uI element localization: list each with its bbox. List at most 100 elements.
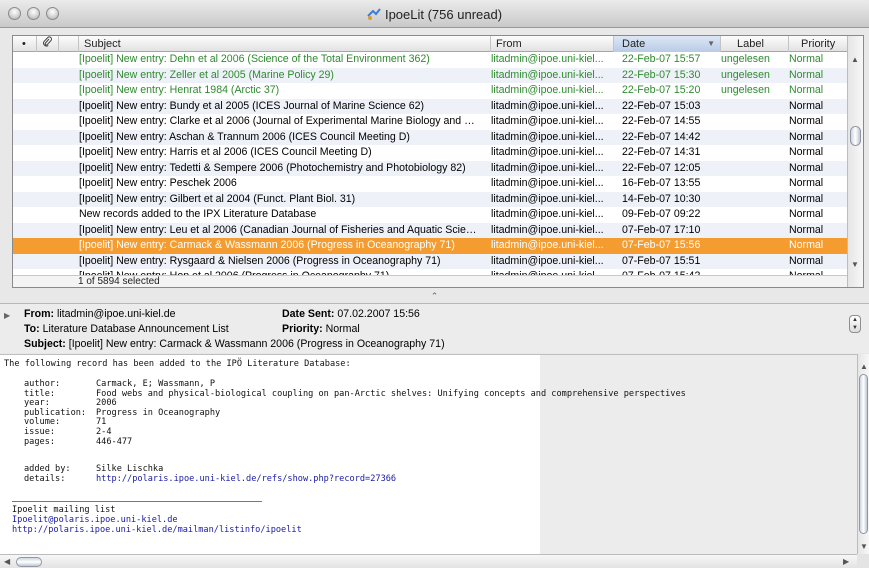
column-label[interactable]: Label xyxy=(721,36,789,52)
message-header-pane: ▶ From: litadmin@ipoe.uni-kiel.de To: Li… xyxy=(0,303,869,353)
body-scroll-down-icon[interactable]: ▼ xyxy=(860,542,868,551)
table-row[interactable]: [Ipoelit] New entry: Rysgaard & Nielsen … xyxy=(13,253,848,269)
row-priority: Normal xyxy=(789,115,824,127)
row-from: litadmin@ipoe.uni-kiel... xyxy=(491,68,604,81)
row-from: litadmin@ipoe.uni-kiel... xyxy=(491,53,604,65)
field-value: Food webs and physical-biological coupli… xyxy=(96,388,686,399)
row-priority: Normal xyxy=(789,146,824,158)
table-row[interactable]: [Ipoelit] New entry: Clarke et al 2006 (… xyxy=(13,114,848,130)
row-from: litadmin@ipoe.uni-kiel... xyxy=(491,161,604,174)
body-scrollbar[interactable]: ▲ ▼ xyxy=(857,354,869,554)
details-link[interactable]: http://polaris.ipoe.uni-kiel.de/refs/sho… xyxy=(96,474,396,485)
from-line: From: litadmin@ipoe.uni-kiel.de xyxy=(24,308,176,320)
body-horizontal-scrollbar[interactable]: ◀ ▶ xyxy=(0,554,857,568)
app-icon xyxy=(367,8,381,20)
column-from[interactable]: From xyxy=(491,36,614,52)
table-row[interactable]: [Ipoelit] New entry: Gilbert et al 2004 … xyxy=(13,191,848,207)
row-from: litadmin@ipoe.uni-kiel... xyxy=(491,223,604,236)
table-row[interactable]: [Ipoelit] New entry: Zeller et al 2005 (… xyxy=(13,67,848,83)
list-scroll-thumb[interactable] xyxy=(850,126,861,146)
body-scroll-thumb[interactable] xyxy=(859,374,868,534)
row-label: ungelesen xyxy=(721,84,770,96)
subject-label: Subject: xyxy=(24,338,66,350)
pane-splitter[interactable]: ⌃ xyxy=(0,289,869,303)
header-stepper-button[interactable]: ▲ ▼ xyxy=(849,315,861,333)
horizontal-scroll-thumb[interactable] xyxy=(16,557,42,567)
column-read-status[interactable]: • xyxy=(13,36,37,52)
row-from: litadmin@ipoe.uni-kiel... xyxy=(491,192,604,205)
window-title: IpoeLit (756 unread) xyxy=(384,7,503,22)
title-bar: IpoeLit (756 unread) xyxy=(0,0,869,28)
row-date: 07-Feb-07 15:51 xyxy=(622,254,701,267)
row-date: 22-Feb-07 14:31 xyxy=(622,146,701,158)
details-key: details: xyxy=(24,474,66,484)
row-from: litadmin@ipoe.uni-kiel... xyxy=(491,239,604,251)
table-row[interactable]: New records added to the IPX Literature … xyxy=(13,207,848,223)
row-priority: Normal xyxy=(789,84,824,96)
table-row[interactable]: [Ipoelit] New entry: Henrat 1984 (Arctic… xyxy=(13,83,848,99)
table-row[interactable]: [Ipoelit] New entry: Leu et al 2006 (Can… xyxy=(13,222,848,238)
column-date[interactable]: Date ▼ xyxy=(614,36,721,52)
table-row[interactable]: [Ipoelit] New entry: Bundy et al 2005 (I… xyxy=(13,98,848,114)
message-body[interactable]: The following record has been added to t… xyxy=(0,354,857,554)
scroll-up-icon[interactable]: ▲ xyxy=(851,55,859,64)
row-subject: [Ipoelit] New entry: Henrat 1984 (Arctic… xyxy=(79,84,280,96)
row-priority: Normal xyxy=(789,239,824,251)
row-date: 22-Feb-07 12:05 xyxy=(622,161,701,174)
row-subject: [Ipoelit] New entry: Carmack & Wassmann … xyxy=(79,239,455,251)
table-row[interactable]: [Ipoelit] New entry: Tedetti & Sempere 2… xyxy=(13,160,848,176)
row-subject: [Ipoelit] New entry: Tedetti & Sempere 2… xyxy=(79,161,466,174)
body-intro: The following record has been added to t… xyxy=(4,359,351,369)
scroll-down-icon[interactable]: ▼ xyxy=(851,260,859,269)
row-priority: Normal xyxy=(789,223,824,236)
row-subject: [Ipoelit] New entry: Rysgaard & Nielsen … xyxy=(79,254,441,267)
disclosure-triangle-icon[interactable]: ▶ xyxy=(4,311,10,320)
row-priority: Normal xyxy=(789,99,824,112)
scroll-left-icon[interactable]: ◀ xyxy=(4,557,10,566)
from-value: litadmin@ipoe.uni-kiel.de xyxy=(56,308,176,320)
signature-divider xyxy=(12,501,262,502)
table-row[interactable]: [Ipoelit] New entry: Carmack & Wassmann … xyxy=(13,238,848,254)
row-from: litadmin@ipoe.uni-kiel... xyxy=(491,130,604,143)
table-row[interactable]: [Ipoelit] New entry: Aschan & Trannum 20… xyxy=(13,129,848,145)
message-list[interactable]: • Subject From Date ▼ Label Priority [Ip… xyxy=(12,35,864,288)
row-from: litadmin@ipoe.uni-kiel... xyxy=(491,115,604,127)
chevron-up-icon: ⌃ xyxy=(430,291,439,301)
priority-line: Priority: Normal xyxy=(282,323,360,335)
to-label: To: xyxy=(24,323,40,335)
table-row[interactable]: [Ipoelit] New entry: Dehn et al 2006 (Sc… xyxy=(13,52,848,68)
signature-url-link[interactable]: http://polaris.ipoe.uni-kiel.de/mailman/… xyxy=(12,525,302,536)
row-from: litadmin@ipoe.uni-kiel... xyxy=(491,208,604,220)
subject-line: Subject: [Ipoelit] New entry: Carmack & … xyxy=(24,338,445,350)
row-from: litadmin@ipoe.uni-kiel... xyxy=(491,84,604,96)
to-value: Literature Database Announcement List xyxy=(42,323,229,335)
table-row[interactable]: [Ipoelit] New entry: Harris et al 2006 (… xyxy=(13,145,848,161)
row-date: 09-Feb-07 09:22 xyxy=(622,208,701,220)
date-sent-line: Date Sent: 07.02.2007 15:56 xyxy=(282,308,420,320)
list-scrollbar[interactable]: ▲ ▼ xyxy=(847,36,863,287)
column-spacer xyxy=(59,36,79,52)
table-row[interactable]: [Ipoelit] New entry: Peschek 2006 litadmi… xyxy=(13,176,848,192)
field-value: 446-477 xyxy=(96,436,133,447)
scroll-right-icon[interactable]: ▶ xyxy=(843,557,849,566)
row-priority: Normal xyxy=(789,208,824,220)
selection-status: 1 of 5894 selected xyxy=(13,275,848,287)
row-label: ungelesen xyxy=(721,53,770,65)
field-value: Progress in Oceanography xyxy=(96,407,221,418)
column-subject[interactable]: Subject xyxy=(79,36,491,52)
subject-value: [Ipoelit] New entry: Carmack & Wassmann … xyxy=(68,338,445,350)
column-priority[interactable]: Priority xyxy=(789,36,848,52)
column-date-label: Date xyxy=(622,38,646,50)
resize-grip-icon[interactable] xyxy=(857,554,869,568)
body-scroll-up-icon[interactable]: ▲ xyxy=(860,362,868,371)
body-grey-area xyxy=(540,355,857,554)
row-subject: [Ipoelit] New entry: Bundy et al 2005 (I… xyxy=(79,99,425,112)
column-attachment[interactable] xyxy=(37,36,59,52)
priority-value: Normal xyxy=(325,323,360,335)
paperclip-icon xyxy=(43,36,52,47)
row-from: litadmin@ipoe.uni-kiel... xyxy=(491,99,604,112)
row-subject: [Ipoelit] New entry: Leu et al 2006 (Can… xyxy=(79,223,479,236)
row-date: 22-Feb-07 14:55 xyxy=(622,115,701,127)
row-date: 22-Feb-07 15:57 xyxy=(622,53,701,65)
date-sent-label: Date Sent: xyxy=(282,308,335,320)
